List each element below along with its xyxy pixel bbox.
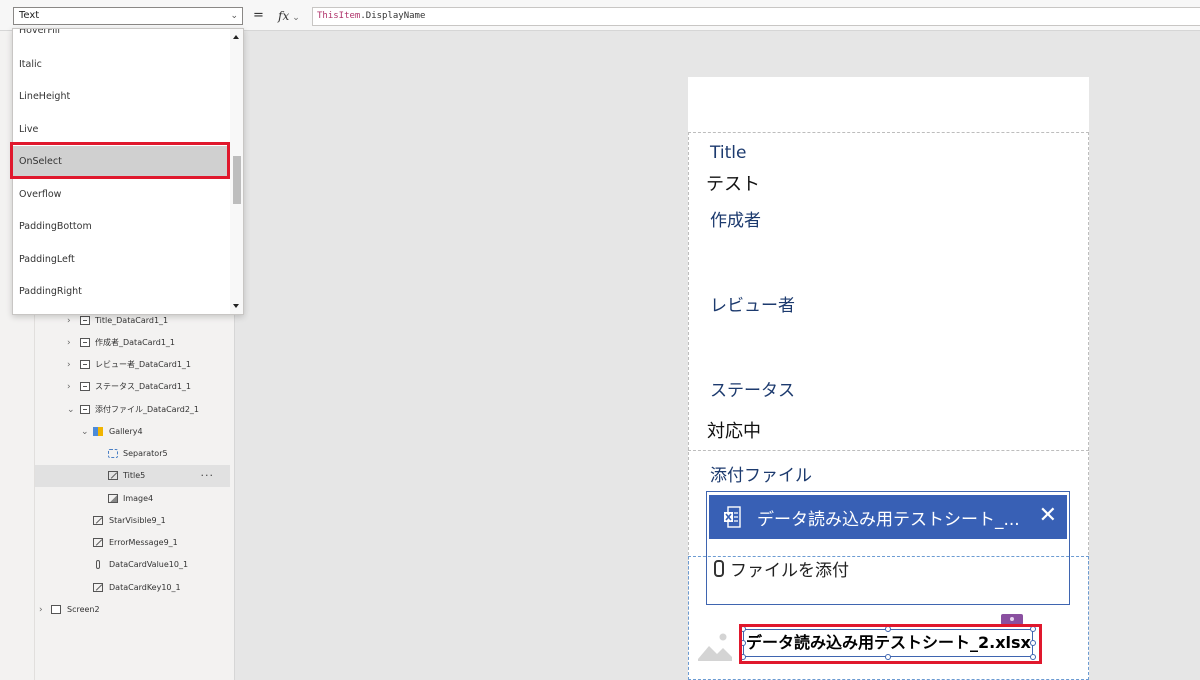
- title-value: テスト: [706, 174, 760, 195]
- card-divider: [688, 132, 1089, 133]
- dropdown-item-italic[interactable]: Italic: [13, 49, 231, 81]
- formula-keyword: ThisItem: [317, 11, 361, 21]
- tree-item-label: 作成者_DataCard1_1: [95, 338, 175, 347]
- attached-file-chip[interactable]: データ読み込み用テストシート_... ✕: [709, 495, 1067, 539]
- screen-icon: [51, 605, 61, 614]
- chevron-down-icon: ⌄: [81, 427, 89, 437]
- chevron-right-icon: ›: [67, 360, 71, 370]
- highlight-box-title5: [739, 624, 1042, 664]
- highlight-box-onselect: [10, 142, 230, 179]
- chevron-right-icon: ›: [67, 338, 71, 348]
- close-icon[interactable]: ✕: [1039, 503, 1057, 529]
- formula-bar: Text ⌄ = fx ⌄ ThisItem.DisplayName: [0, 0, 1200, 31]
- tree-item-title5[interactable]: Title5 ···: [35, 465, 230, 487]
- tree-item-screen2[interactable]: › Screen2: [12, 599, 234, 621]
- attached-file-name: データ読み込み用テストシート_...: [757, 510, 1020, 530]
- tree-item-label: Separator5: [123, 449, 168, 458]
- card-icon: [80, 382, 90, 391]
- card-icon: [80, 405, 90, 414]
- tree-item-datacardvalue[interactable]: DataCardValue10_1: [12, 554, 234, 576]
- tree-item-label: Image4: [123, 494, 154, 503]
- fx-button[interactable]: fx ⌄: [272, 7, 308, 25]
- separator-icon: [108, 449, 118, 458]
- paperclip-icon: [714, 560, 724, 577]
- tree-item-label: DataCardValue10_1: [109, 560, 189, 569]
- label-edit-icon: [93, 516, 103, 525]
- card-icon: [80, 360, 90, 369]
- tree-item-separator5[interactable]: Separator5: [12, 443, 234, 465]
- tree-item-label: StarVisible9_1: [109, 516, 166, 525]
- tree-item-author-datacard[interactable]: › 作成者_DataCard1_1: [12, 332, 234, 354]
- tree-item-label: DataCardKey10_1: [109, 583, 181, 592]
- tree-item-status-datacard[interactable]: › ステータス_DataCard1_1: [12, 376, 234, 398]
- tree-item-image4[interactable]: Image4: [12, 488, 234, 510]
- chevron-right-icon: ›: [39, 605, 43, 615]
- card-icon: [80, 338, 90, 347]
- tree-item-label: Title5: [123, 471, 146, 480]
- tree-item-datacardkey[interactable]: DataCardKey10_1: [12, 577, 234, 599]
- attach-file-label: ファイルを添付: [730, 561, 849, 581]
- dropdown-item-paddingleft[interactable]: PaddingLeft: [13, 244, 231, 276]
- status-value: 対応中: [707, 421, 761, 442]
- tree-item-label: Gallery4: [109, 427, 143, 436]
- dropdown-item-overflow[interactable]: Overflow: [13, 179, 231, 211]
- equals-sign: =: [253, 8, 264, 23]
- formula-rest: .DisplayName: [360, 11, 426, 21]
- tree-item-label: レビュー者_DataCard1_1: [95, 360, 191, 369]
- label-edit-icon: [93, 538, 103, 547]
- chevron-down-icon: ⌄: [292, 13, 300, 23]
- formula-input[interactable]: ThisItem.DisplayName: [312, 7, 1200, 26]
- attachment-icon: [96, 560, 100, 569]
- author-label: 作成者: [710, 211, 761, 231]
- property-selector[interactable]: Text ⌄: [13, 7, 243, 25]
- card-icon: [80, 316, 90, 325]
- dropdown-item-paddingbottom[interactable]: PaddingBottom: [13, 211, 231, 243]
- excel-file-icon: [724, 506, 741, 528]
- label-edit-icon: [108, 471, 118, 480]
- tree-item-attachments-datacard[interactable]: ⌄ 添付ファイル_DataCard2_1: [12, 399, 234, 421]
- dropdown-item-hoverfill[interactable]: HoverFill: [13, 29, 231, 47]
- attachments-label: 添付ファイル: [710, 466, 812, 486]
- image-placeholder-icon: [698, 629, 732, 661]
- attach-file-link[interactable]: ファイルを添付: [714, 556, 849, 581]
- tree-item-gallery4[interactable]: ⌄ Gallery4: [12, 421, 234, 443]
- scrollbar-thumb[interactable]: [233, 156, 241, 204]
- tree-item-label: ErrorMessage9_1: [109, 538, 178, 547]
- fx-icon: fx: [278, 9, 290, 23]
- label-edit-icon: [93, 583, 103, 592]
- chevron-right-icon: ›: [67, 382, 71, 392]
- dropdown-item-lineheight[interactable]: LineHeight: [13, 81, 231, 113]
- card-divider: [688, 450, 1089, 451]
- scroll-up-icon[interactable]: [233, 35, 239, 39]
- gallery-icon: [93, 427, 103, 436]
- tree-item-label: ステータス_DataCard1_1: [95, 382, 191, 391]
- dropdown-scrollbar[interactable]: [230, 29, 243, 314]
- tree-item-label: Screen2: [67, 605, 100, 614]
- property-selector-value: Text: [19, 10, 40, 21]
- more-options-icon[interactable]: ···: [201, 465, 215, 487]
- image-icon: [108, 494, 118, 503]
- tree-item-starvisible[interactable]: StarVisible9_1: [12, 510, 234, 532]
- reviewer-label: レビュー者: [710, 296, 795, 316]
- dropdown-item-paddingright[interactable]: PaddingRight: [13, 276, 231, 308]
- chevron-down-icon: ⌄: [67, 405, 75, 415]
- status-label: ステータス: [710, 381, 795, 401]
- scroll-down-icon[interactable]: [233, 304, 239, 308]
- title-label: Title: [710, 143, 747, 163]
- tree-item-label: 添付ファイル_DataCard2_1: [95, 405, 199, 414]
- chevron-down-icon: ⌄: [230, 11, 238, 21]
- tree-item-errormessage[interactable]: ErrorMessage9_1: [12, 532, 234, 554]
- tree-item-reviewer-datacard[interactable]: › レビュー者_DataCard1_1: [12, 354, 234, 376]
